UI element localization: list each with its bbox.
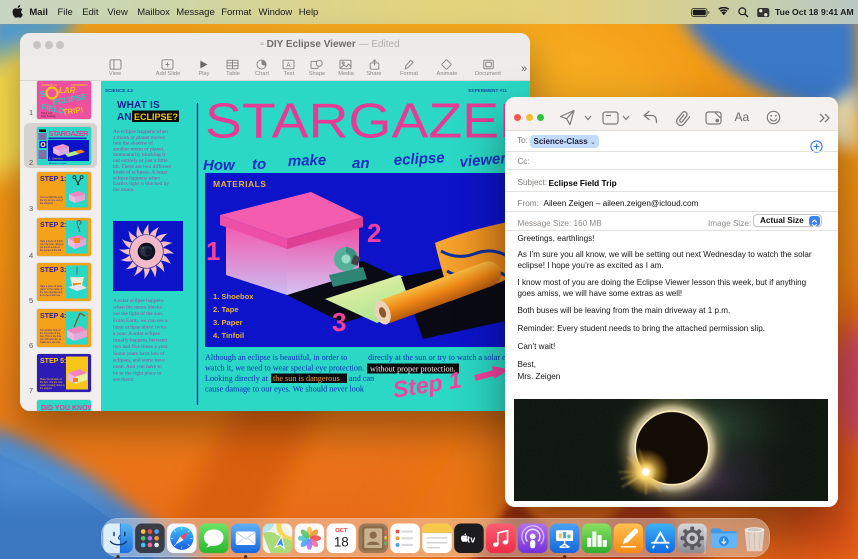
svg-text:Some years have lots of: Some years have lots of (113, 350, 165, 357)
svg-text:18: 18 (334, 534, 349, 549)
svg-text:TRIP!: TRIP! (62, 105, 84, 117)
svg-text:the eclipse!: the eclipse! (40, 387, 52, 390)
svg-text:directly at the sun or try to: directly at the sun or try to watch a so… (368, 353, 525, 362)
svg-text:eclipses, and some have: eclipses, and some have (113, 357, 165, 363)
svg-text:when the moon blocks: when the moon blocks (113, 305, 162, 311)
svg-text:Looking directly at: Looking directly at (205, 374, 268, 383)
svg-text:lunar eclipse about twice: lunar eclipse about twice (113, 324, 167, 330)
svg-text:out the light of the sun.: out the light of the sun. (113, 310, 163, 317)
svg-text:2: 2 (367, 218, 381, 248)
svg-text:How: How (203, 157, 236, 174)
svg-text:trips! Training: trips! Training (41, 115, 56, 118)
svg-text:3: 3 (332, 307, 346, 337)
svg-text:4. Tinfoil: 4. Tinfoil (213, 331, 244, 340)
svg-text:3. Paper: 3. Paper (213, 318, 243, 327)
svg-text:the moon.: the moon. (113, 187, 135, 193)
svg-text:DID YOU KNOW: DID YOU KNOW (41, 405, 91, 412)
svg-text:and can: and can (349, 374, 374, 383)
svg-text:Although an eclipse is beautif: Although an eclipse is beautiful, in ord… (205, 353, 347, 362)
svg-text:2. Tape: 2. Tape (213, 305, 239, 314)
svg-text:AN: AN (117, 112, 131, 123)
svg-text:viewer!: viewer! (459, 150, 512, 171)
svg-text:tv: tv (467, 533, 476, 544)
svg-text:ECLIPSE?: ECLIPSE? (134, 112, 178, 122)
svg-text:STEP 2:: STEP 2: (40, 222, 66, 229)
svg-text:OCT: OCT (335, 528, 348, 534)
svg-text:cause damage to our eyes. We s: cause damage to our eyes. We should neve… (205, 385, 365, 394)
svg-text:an: an (352, 155, 370, 172)
svg-text:EXPERIMENT #11: EXPERIMENT #11 (468, 88, 507, 93)
svg-text:STEP 4:: STEP 4: (40, 313, 66, 320)
svg-text:from the tinfoil hole.: from the tinfoil hole. (40, 294, 61, 297)
svg-text:the shoebox.: the shoebox. (40, 202, 54, 205)
svg-text:STEP 3:: STEP 3: (40, 267, 66, 274)
svg-text:STARGAZER: STARGAZER (205, 95, 530, 149)
svg-text:1: 1 (206, 236, 220, 266)
svg-text:eclipse: eclipse (393, 149, 445, 169)
svg-text:1. Shoebox: 1. Shoebox (213, 292, 254, 301)
svg-text:From Earth, we can see a: From Earth, we can see a (113, 318, 168, 324)
svg-text:STEP 5:: STEP 5: (40, 358, 66, 365)
svg-text:SCIENCE 4.2: SCIENCE 4.2 (41, 83, 57, 87)
svg-text:MATERIALS: MATERIALS (213, 179, 266, 189)
svg-text:make sure you can: make sure you can (40, 341, 61, 344)
svg-text:see them!: see them! (113, 377, 134, 383)
svg-text:A solar eclipse happens: A solar eclipse happens (113, 298, 164, 304)
svg-text:WHAT IS: WHAT IS (117, 100, 160, 111)
svg-text:the sun is dangerous: the sun is dangerous (273, 374, 340, 383)
svg-text:SCIENCE 4.2: SCIENCE 4.2 (105, 88, 134, 93)
svg-text:Although an eclipse: Although an eclipse (49, 162, 67, 165)
svg-text:watch it, we need to wear spec: watch it, we need to wear special eye pr… (205, 364, 364, 373)
svg-text:STEP 1:: STEP 1: (40, 176, 66, 183)
svg-text:two and five times a year.: two and five times a year. (113, 343, 168, 350)
svg-text:be in the right place to: be in the right place to (113, 371, 162, 377)
svg-text:1. Shoebox: 1. Shoebox (49, 156, 64, 160)
svg-text:A: A (286, 62, 291, 69)
svg-text:to: to (252, 156, 266, 173)
svg-text:the center of the foil.: the center of the foil. (40, 249, 62, 252)
svg-text:a year. A solar eclipse: a year. A solar eclipse (113, 331, 160, 337)
svg-text:none. And you have to: none. And you have to (113, 364, 162, 370)
svg-text:make: make (288, 152, 327, 170)
svg-text:STARGAZER: STARGAZER (49, 129, 90, 138)
svg-text:usually happens between: usually happens between (113, 338, 167, 344)
